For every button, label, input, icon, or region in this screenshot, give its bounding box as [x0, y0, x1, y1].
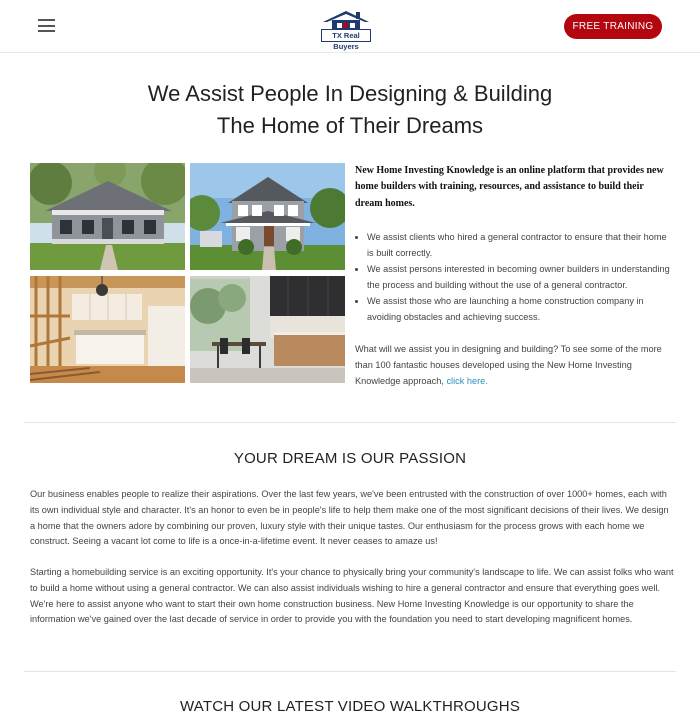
page-title-line-2: The Home of Their Dreams [216, 113, 484, 138]
houses-question: What will we assist you in designing and… [355, 341, 673, 389]
list-item: We assist persons interested in becoming… [367, 261, 673, 293]
services-list: We assist clients who hired a general co… [355, 229, 673, 325]
menu-icon[interactable] [38, 19, 55, 32]
section-divider [24, 422, 676, 423]
free-training-button[interactable]: FREE TRAINING [564, 14, 662, 39]
house-logo-icon [323, 11, 369, 31]
videos-heading: WATCH OUR LATEST VIDEO WALKTHROUGHS [179, 698, 521, 715]
page-title-line-1: We Assist People In Designing & Building [147, 81, 553, 106]
passion-heading: YOUR DREAM IS OUR PASSION [233, 450, 467, 467]
list-item: We assist those who are launching a home… [367, 293, 673, 325]
cottage-house-photo [30, 163, 185, 270]
click-here-link[interactable]: click here. [446, 376, 487, 386]
site-header: TX Real Buyers FREE TRAINING [0, 0, 700, 53]
houses-question-text: What will we assist you in designing and… [355, 343, 662, 386]
photo-gallery [30, 163, 345, 383]
passion-paragraph-2: Starting a homebuilding service is an ex… [30, 567, 674, 625]
passion-paragraph-1: Our business enables people to realize t… [30, 489, 669, 547]
site-logo[interactable]: TX Real Buyers [320, 9, 372, 51]
craftsman-house-photo [190, 163, 345, 270]
logo-text: TX Real Buyers [321, 29, 371, 51]
section-divider [24, 671, 676, 672]
modern-kitchen-photo [190, 276, 345, 383]
intro-lead: New Home Investing Knowledge is an onlin… [355, 165, 664, 209]
intro-section: New Home Investing Knowledge is an onlin… [355, 163, 673, 389]
list-item: We assist clients who hired a general co… [367, 229, 673, 261]
page-title: We Assist People In Designing & Building… [0, 78, 700, 142]
construction-kitchen-photo [30, 276, 185, 383]
